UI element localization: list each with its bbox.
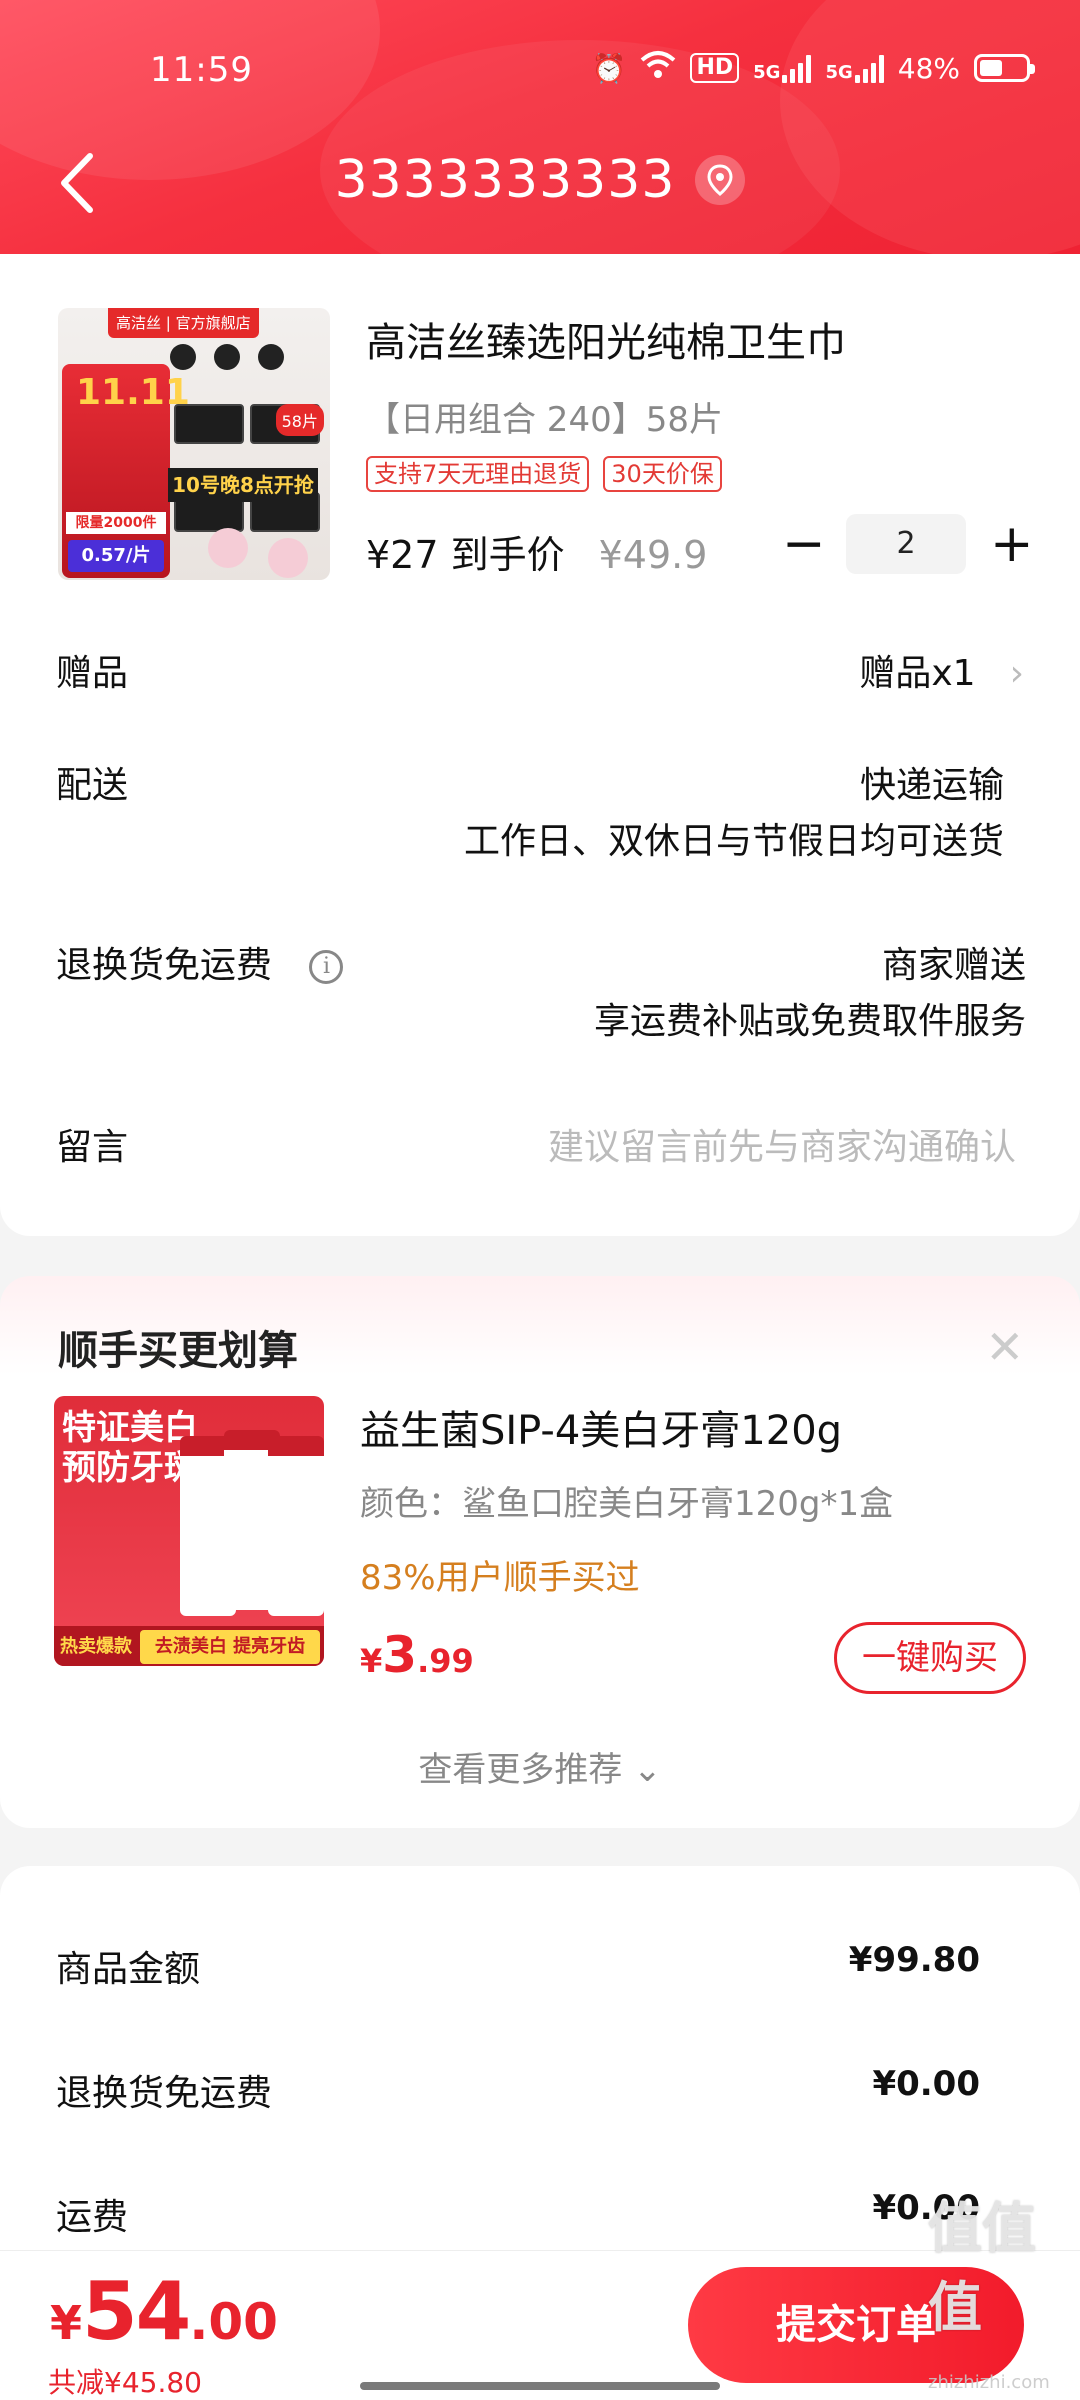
quantity-stepper: − 2 +	[782, 514, 1034, 574]
watermark: 值值值	[928, 2197, 1036, 2339]
image-badge: 热卖爆款	[60, 1636, 132, 1657]
status-icons: ⏰ HD 5G 5G 48%	[591, 48, 1035, 88]
product-tags: 支持7天无理由退货 30天价保	[366, 456, 722, 492]
image-headline: 特证美白 预防牙斑	[62, 1408, 198, 1488]
message-input[interactable]: 建议留言前先与商家沟通确认	[548, 1118, 1016, 1170]
gift-label: 赠品	[56, 653, 129, 694]
message-row[interactable]: 留言 建议留言前先与商家沟通确认	[56, 1118, 1016, 1170]
return-value: 商家赠送	[881, 945, 1026, 986]
flower-decoration	[208, 528, 248, 568]
total-currency: ¥	[50, 2296, 83, 2350]
recommend-item-note: 83%用户顺手买过	[360, 1558, 640, 1598]
limit-label: 限量2000件	[66, 512, 166, 534]
return-row: 退换货免运费 i 商家赠送 享运费补贴或免费取件服务	[56, 936, 1026, 1042]
quick-buy-button[interactable]: 一键购买	[834, 1622, 1026, 1694]
store-tag: 高洁丝 | 官方旗舰店	[108, 308, 259, 338]
address-text: 3333333333	[334, 150, 676, 210]
price-int: 3	[382, 1626, 418, 1684]
alarm-icon: ⏰	[591, 51, 627, 85]
recommend-card: 顺手买更划算 ✕ 特证美白 预防牙斑 热卖爆款 去渍美白 提亮牙齿 益生菌SIP…	[0, 1276, 1080, 1828]
gift-value: 赠品x1	[859, 653, 976, 694]
total-price: ¥54.00	[50, 2265, 278, 2358]
summary-label: 运费	[56, 2197, 129, 2238]
recommend-title: 顺手买更划算	[58, 1328, 298, 1374]
original-price: ¥49.9	[598, 533, 708, 577]
signal-5g-icon: 5G	[825, 53, 884, 83]
product-image[interactable]: 高洁丝 | 官方旗舰店 11.11 限量2000件 0.57/片 10号晚8点开…	[58, 308, 330, 580]
recommend-price: ¥3.99	[360, 1626, 474, 1684]
more-recommend-link[interactable]: 查看更多推荐 ⌄	[0, 1742, 1080, 1791]
hd-icon: HD	[690, 53, 740, 83]
wifi-icon	[640, 50, 676, 87]
decrease-button[interactable]: −	[782, 514, 826, 574]
header-decoration	[780, 0, 1080, 254]
product-title[interactable]: 高洁丝臻选阳光纯棉卫生巾	[366, 310, 846, 368]
count-badge: 58片	[275, 404, 324, 436]
quantity-input[interactable]: 2	[846, 514, 966, 574]
gift-value-wrap: 赠品x1 ›	[859, 644, 1024, 696]
summary-label: 商品金额	[56, 1949, 201, 1990]
summary-row: 运费 ¥0.00	[56, 2188, 980, 2240]
price-summary-card: 商品金额 ¥99.80 退换货免运费 ¥0.00 运费 ¥0.00	[0, 1866, 1080, 2266]
increase-button[interactable]: +	[990, 514, 1034, 574]
event-label: 10号晚8点开抢	[168, 468, 318, 502]
summary-row: 商品金额 ¥99.80	[56, 1940, 980, 1992]
promo-box: 11.11 限量2000件 0.57/片	[62, 364, 190, 578]
service-tag: 30天价保	[603, 456, 722, 492]
close-icon[interactable]: ✕	[985, 1320, 1024, 1374]
network-label: 5G	[753, 62, 781, 83]
product-spec[interactable]: 【日用组合 240】58片	[366, 392, 723, 441]
delivery-row: 配送 快递运输 工作日、双休日与节假日均可送货	[56, 756, 1004, 862]
return-sub: 享运费补贴或免费取件服务	[593, 1001, 1026, 1042]
recommend-item-spec: 颜色：鲨鱼口腔美白牙膏120g*1盒	[360, 1484, 894, 1524]
recommend-image[interactable]: 特证美白 预防牙斑 热卖爆款 去渍美白 提亮牙齿	[54, 1396, 324, 1666]
flower-decoration	[268, 538, 308, 578]
order-product-card: 高洁丝 | 官方旗舰店 11.11 限量2000件 0.57/片 10号晚8点开…	[0, 254, 1080, 1236]
return-label: 退换货免运费	[56, 945, 273, 986]
feature-dots	[170, 344, 284, 370]
delivery-label: 配送	[56, 765, 129, 806]
info-icon[interactable]: i	[309, 950, 344, 984]
saved-amount: 共减¥45.80	[48, 2366, 202, 2399]
gift-row[interactable]: 赠品 赠品x1 ›	[56, 644, 1024, 696]
price-dec: .99	[417, 1642, 474, 1680]
price-currency: ¥	[360, 1642, 383, 1680]
tube-decoration	[268, 1436, 324, 1616]
service-tag: 支持7天无理由退货	[366, 456, 590, 492]
delivery-sub: 工作日、双休日与节假日均可送货	[463, 821, 1004, 862]
summary-value: ¥99.80	[848, 1940, 980, 1980]
final-price: ¥27 到手价	[366, 533, 565, 577]
battery-percent: 48%	[897, 51, 960, 85]
network-label: 5G	[825, 62, 853, 83]
status-time: 11:59	[150, 50, 253, 90]
location-pin-icon	[695, 155, 746, 205]
total-dec: .00	[189, 2293, 278, 2351]
summary-row: 退换货免运费 ¥0.00	[56, 2064, 980, 2116]
signal-5g-icon: 5G	[753, 53, 812, 83]
watermark-sub: zhizhizhi.com	[928, 2372, 1050, 2393]
promo-label: 11.11	[76, 372, 190, 413]
chevron-right-icon: ›	[1009, 653, 1024, 694]
delivery-value: 快递运输	[859, 765, 1004, 806]
image-slogan: 去渍美白 提亮牙齿	[140, 1630, 320, 1664]
address-header[interactable]: 3333333333	[0, 150, 1080, 210]
summary-label: 退换货免运费	[56, 2073, 273, 2114]
unit-price-label: 0.57/片	[68, 540, 164, 572]
recommend-item-title[interactable]: 益生菌SIP-4美白牙膏120g	[360, 1398, 842, 1456]
checkout-bar: ¥54.00 共减¥45.80 提交订单	[0, 2250, 1080, 2400]
home-indicator[interactable]	[360, 2382, 720, 2390]
message-label: 留言	[56, 1127, 129, 1168]
header: 11:59 ⏰ HD 5G 5G 48% 3333333333	[0, 0, 1080, 254]
total-int: 54	[82, 2265, 191, 2358]
summary-value: ¥0.00	[872, 2064, 980, 2104]
product-price: ¥27 到手价 ¥49.9	[366, 524, 707, 579]
battery-icon	[974, 54, 1035, 82]
